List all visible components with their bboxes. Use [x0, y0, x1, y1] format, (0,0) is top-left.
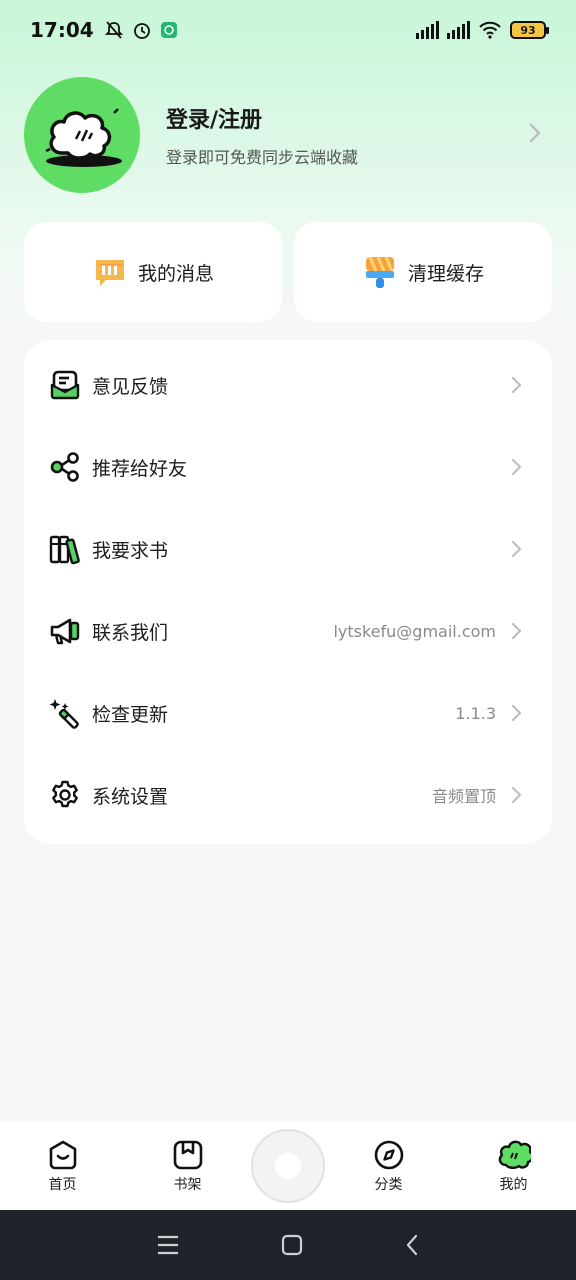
- chevron-right-icon: [510, 785, 522, 805]
- chevron-right-icon[interactable]: [528, 122, 542, 148]
- nav-tab-listen[interactable]: 听书: [250, 1129, 326, 1203]
- chevron-right-icon: [510, 375, 522, 395]
- message-icon: [95, 260, 124, 286]
- status-time: 17:04: [30, 18, 94, 42]
- listen-disc-button[interactable]: 听书: [251, 1129, 325, 1203]
- home-square-icon[interactable]: [280, 1233, 304, 1257]
- compass-icon: [374, 1140, 403, 1169]
- settings-menu: 意见反馈 推荐给好友 我要求书 联系我们 lytskefu@gmail.com …: [24, 340, 552, 844]
- shield-app-icon: [160, 22, 177, 38]
- nav-category-label: 分类: [374, 1176, 403, 1193]
- menu-item-contact-us[interactable]: 联系我们 lytskefu@gmail.com: [24, 590, 552, 672]
- avatar[interactable]: [24, 77, 140, 193]
- login-register-entry[interactable]: 登录/注册 登录即可免费同步云端收藏: [24, 76, 552, 194]
- menu-label: 检查更新: [92, 703, 169, 726]
- signal-icon: [416, 21, 439, 39]
- menu-item-check-update[interactable]: 检查更新 1.1.3: [24, 672, 552, 754]
- menu-item-request-book[interactable]: 我要求书: [24, 508, 552, 590]
- books-icon: [48, 532, 82, 566]
- play-icon: [275, 1153, 301, 1179]
- menu-label: 系统设置: [92, 785, 169, 808]
- back-icon[interactable]: [404, 1233, 420, 1257]
- bottom-navigation: 首页 书架 听书 分类 我的: [0, 1122, 576, 1210]
- menu-item-system-settings[interactable]: 系统设置 音频置顶: [24, 754, 552, 836]
- chevron-right-icon: [510, 539, 522, 559]
- brush-icon: [365, 256, 394, 288]
- profile-subtitle: 登录即可免费同步云端收藏: [166, 148, 359, 167]
- clear-cache-button[interactable]: 清理缓存: [294, 222, 552, 322]
- settings-value: 音频置顶: [431, 787, 496, 806]
- menu-label: 推荐给好友: [92, 457, 188, 480]
- bookshelf-icon: [173, 1140, 202, 1169]
- alarm-icon: [133, 23, 150, 39]
- quick-actions: 我的消息 清理缓存: [24, 222, 552, 322]
- menu-label: 意见反馈: [92, 375, 169, 398]
- magic-wand-icon: [48, 696, 82, 730]
- menu-icon[interactable]: [156, 1234, 180, 1256]
- menu-item-recommend[interactable]: 推荐给好友: [24, 426, 552, 508]
- chevron-right-icon: [510, 457, 522, 477]
- menu-label: 联系我们: [92, 621, 169, 644]
- my-messages-button[interactable]: 我的消息: [24, 222, 282, 322]
- chevron-right-icon: [510, 621, 522, 641]
- signal-icon-2: [447, 21, 470, 39]
- feedback-icon: [48, 368, 82, 402]
- nav-tab-home[interactable]: 首页: [0, 1139, 125, 1194]
- share-icon: [48, 450, 82, 484]
- menu-label: 我要求书: [92, 539, 169, 562]
- app-version: 1.1.3: [455, 703, 496, 723]
- cloud-mascot-icon: [45, 108, 122, 167]
- system-navigation-bar: [0, 1210, 576, 1280]
- nav-tab-shelf[interactable]: 书架: [125, 1139, 250, 1194]
- status-bar: 17:04 93: [0, 0, 576, 60]
- nav-mine-label: 我的: [499, 1176, 528, 1193]
- profile-title[interactable]: 登录/注册: [166, 102, 358, 134]
- nav-home-label: 首页: [48, 1176, 77, 1193]
- cloud-profile-icon: [498, 1140, 531, 1169]
- megaphone-icon: [48, 614, 82, 648]
- chevron-right-icon: [510, 703, 522, 723]
- battery-indicator: 93: [510, 21, 549, 39]
- gear-icon: [48, 778, 82, 812]
- nav-tab-category[interactable]: 分类: [326, 1139, 451, 1194]
- menu-item-feedback[interactable]: 意见反馈: [24, 344, 552, 426]
- wifi-icon: [479, 21, 501, 39]
- nav-tab-mine[interactable]: 我的: [451, 1139, 576, 1194]
- clear-cache-label: 清理缓存: [407, 262, 484, 285]
- mute-bell-icon: [104, 21, 123, 39]
- nav-shelf-label: 书架: [173, 1176, 202, 1193]
- contact-email: lytskefu@gmail.com: [333, 621, 496, 641]
- my-messages-label: 我的消息: [137, 262, 214, 285]
- home-icon: [49, 1140, 76, 1169]
